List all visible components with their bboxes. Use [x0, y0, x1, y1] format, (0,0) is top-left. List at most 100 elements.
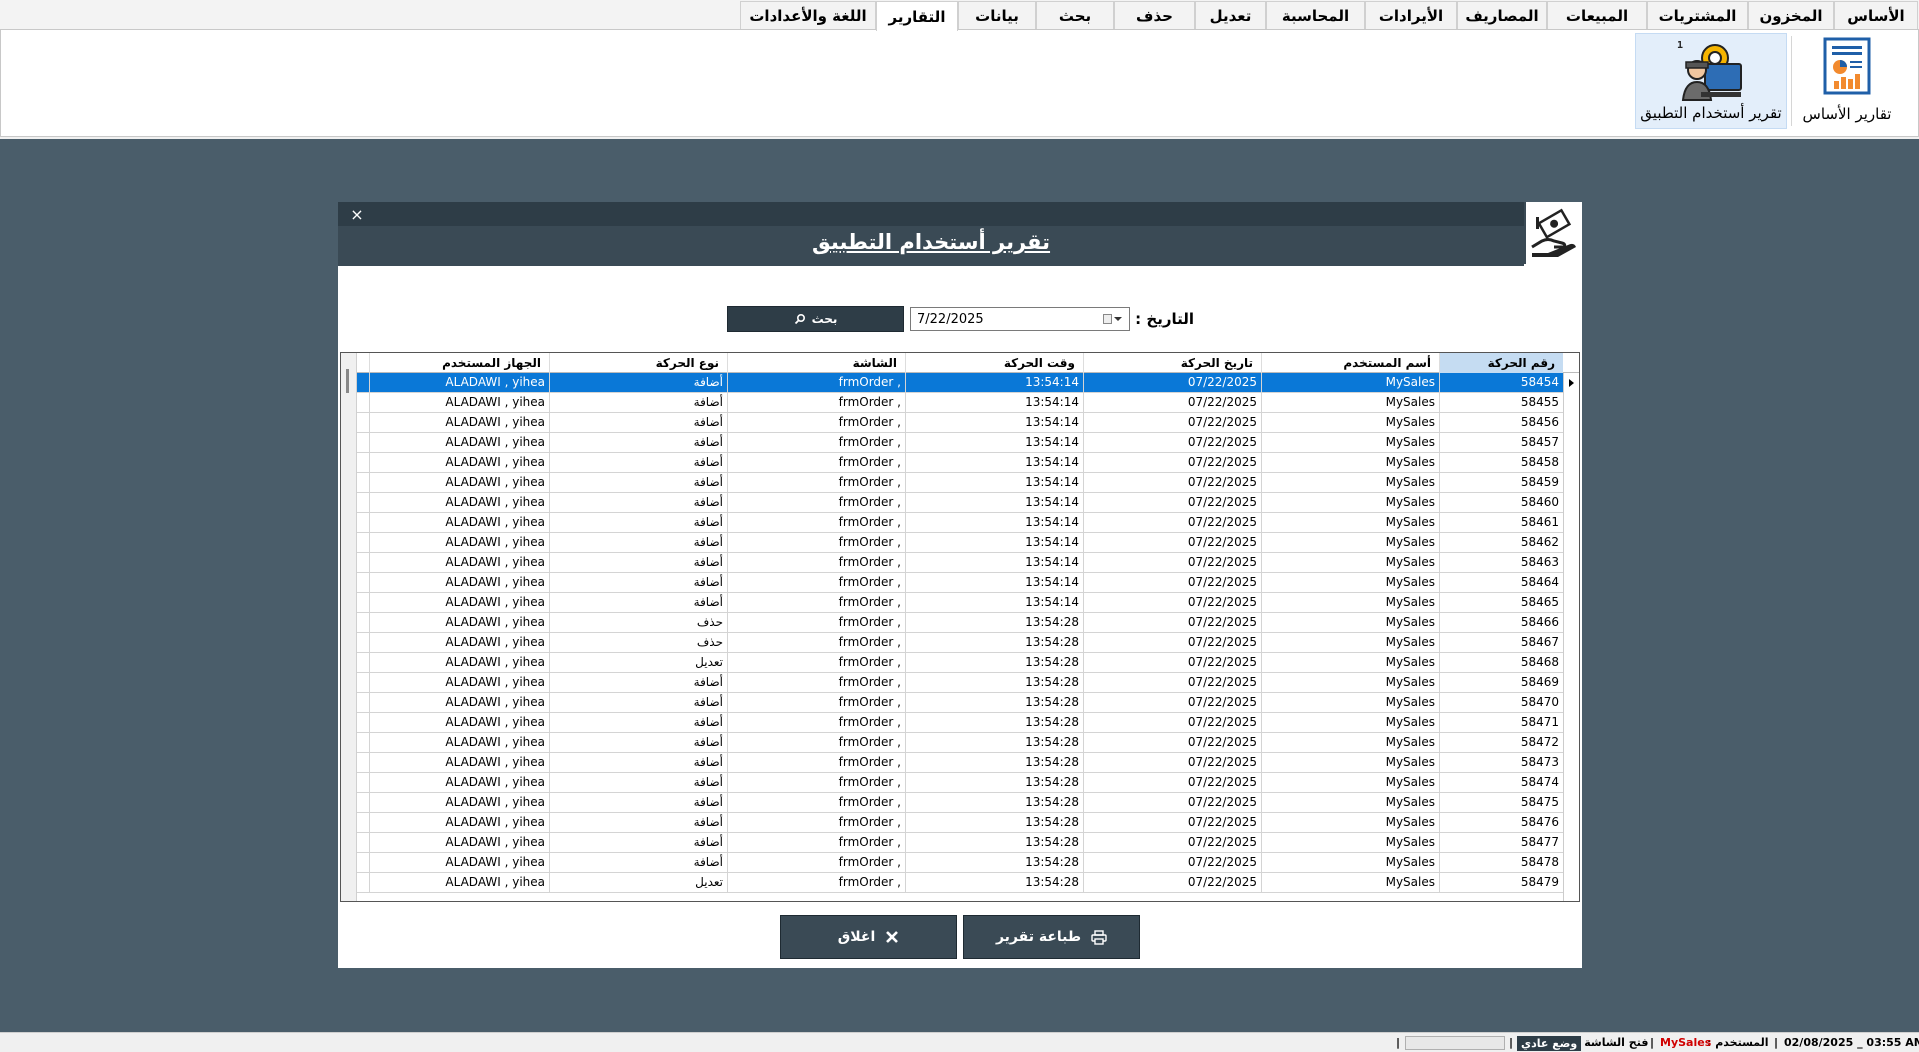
- device-cell: ALADAWI , yihea: [369, 813, 549, 832]
- table-row[interactable]: 58461 MySales 07/22/2025 13:54:14 frmOrder ,…: [357, 513, 1563, 533]
- transaction-no-cell: 58479: [1439, 873, 1563, 892]
- transaction-date-cell: 07/22/2025: [1083, 593, 1261, 612]
- screen-cell: frmOrder ,: [727, 873, 905, 892]
- col-transaction-no[interactable]: رقم الحركة: [1439, 353, 1563, 373]
- table-row[interactable]: 58466 MySales 07/22/2025 13:54:28 frmOrder ,…: [357, 613, 1563, 633]
- tab-edit[interactable]: تعديل: [1195, 1, 1266, 29]
- transaction-type-cell: أضافة: [549, 373, 727, 392]
- transaction-time-cell: 13:54:28: [905, 833, 1083, 852]
- screen-cell: frmOrder ,: [727, 633, 905, 652]
- tab-expenses[interactable]: المصاريف: [1457, 1, 1547, 29]
- transaction-time-cell: 13:54:28: [905, 673, 1083, 692]
- tab-language-settings[interactable]: اللغة والأعدادات: [740, 1, 876, 29]
- search-label: بحث: [811, 312, 838, 326]
- user-name-cell: MySales: [1261, 873, 1439, 892]
- col-device[interactable]: الجهاز المستخدم: [369, 353, 549, 373]
- close-button[interactable]: اغلاق: [780, 915, 957, 959]
- col-user-name[interactable]: أسم المستخدم: [1261, 353, 1439, 373]
- table-row[interactable]: 58454 MySales 07/22/2025 13:54:14 frmOrder ,…: [357, 373, 1563, 393]
- transaction-no-cell: 58459: [1439, 473, 1563, 492]
- search-button[interactable]: بحث: [727, 306, 904, 332]
- date-label: التاريخ :: [1135, 310, 1194, 328]
- col-transaction-date[interactable]: تاريخ الحركة: [1083, 353, 1261, 373]
- transaction-type-cell: حذف: [549, 613, 727, 632]
- usage-grid[interactable]: رقم الحركة أسم المستخدم تاريخ الحركة وقت ال…: [340, 352, 1580, 902]
- tab-revenues[interactable]: الأيرادات: [1365, 1, 1457, 29]
- transaction-time-cell: 13:54:14: [905, 413, 1083, 432]
- status-bar: 02/08/2025 _ 03:55 AM | المستخدم : MySal…: [0, 1032, 1919, 1052]
- transaction-type-cell: أضافة: [549, 833, 727, 852]
- table-row[interactable]: 58479 MySales 07/22/2025 13:54:28 frmOrder ,…: [357, 873, 1563, 893]
- tab-search[interactable]: بحث: [1036, 1, 1114, 29]
- user-name-cell: MySales: [1261, 453, 1439, 472]
- user-name-cell: MySales: [1261, 653, 1439, 672]
- user-name-cell: MySales: [1261, 613, 1439, 632]
- close-label: اغلاق: [837, 929, 876, 945]
- date-picker[interactable]: 7/22/2025: [910, 307, 1130, 331]
- transaction-type-cell: أضافة: [549, 673, 727, 692]
- dialog-header: تقرير أستخدام التطبيق: [338, 226, 1524, 266]
- col-screen[interactable]: الشاشة: [727, 353, 905, 373]
- basic-reports-button[interactable]: تقارير الأساس: [1795, 33, 1899, 129]
- table-row[interactable]: 58469 MySales 07/22/2025 13:54:28 frmOrder ,…: [357, 673, 1563, 693]
- table-row[interactable]: 58458 MySales 07/22/2025 13:54:14 frmOrder ,…: [357, 453, 1563, 473]
- table-row[interactable]: 58471 MySales 07/22/2025 13:54:28 frmOrder ,…: [357, 713, 1563, 733]
- screen-cell: frmOrder ,: [727, 773, 905, 792]
- transaction-date-cell: 07/22/2025: [1083, 553, 1261, 572]
- transaction-date-cell: 07/22/2025: [1083, 753, 1261, 772]
- col-transaction-type[interactable]: نوع الحركة: [549, 353, 727, 373]
- user-name-cell: MySales: [1261, 593, 1439, 612]
- table-row[interactable]: 58457 MySales 07/22/2025 13:54:14 frmOrder ,…: [357, 433, 1563, 453]
- transaction-type-cell: أضافة: [549, 553, 727, 572]
- user-name-cell: MySales: [1261, 553, 1439, 572]
- tab-sales[interactable]: المبيعات: [1547, 1, 1647, 29]
- status-datetime: 02/08/2025 _ 03:55 AM: [1784, 1036, 1919, 1049]
- transaction-type-cell: تعديل: [549, 873, 727, 892]
- transaction-time-cell: 13:54:28: [905, 773, 1083, 792]
- device-cell: ALADAWI , yihea: [369, 393, 549, 412]
- table-row[interactable]: 58456 MySales 07/22/2025 13:54:14 frmOrder ,…: [357, 413, 1563, 433]
- table-row[interactable]: 58464 MySales 07/22/2025 13:54:14 frmOrder ,…: [357, 573, 1563, 593]
- transaction-date-cell: 07/22/2025: [1083, 873, 1261, 892]
- tab-inventory[interactable]: المخزون: [1748, 1, 1834, 29]
- transaction-time-cell: 13:54:14: [905, 533, 1083, 552]
- col-transaction-time[interactable]: وقت الحركة: [905, 353, 1083, 373]
- app-usage-report-button[interactable]: 0111 تقرير أستخدام التطبيق: [1635, 33, 1787, 129]
- table-row[interactable]: 58472 MySales 07/22/2025 13:54:28 frmOrder ,…: [357, 733, 1563, 753]
- tab-reports[interactable]: التقارير: [876, 1, 958, 31]
- table-row[interactable]: 58478 MySales 07/22/2025 13:54:28 frmOrder ,…: [357, 853, 1563, 873]
- table-row[interactable]: 58473 MySales 07/22/2025 13:54:28 frmOrder ,…: [357, 753, 1563, 773]
- print-report-button[interactable]: طباعة تقرير: [963, 915, 1140, 959]
- user-name-cell: MySales: [1261, 833, 1439, 852]
- transaction-no-cell: 58460: [1439, 493, 1563, 512]
- table-row[interactable]: 58460 MySales 07/22/2025 13:54:14 frmOrder ,…: [357, 493, 1563, 513]
- transaction-no-cell: 58468: [1439, 653, 1563, 672]
- status-separator: |: [1509, 1036, 1514, 1049]
- table-row[interactable]: 58476 MySales 07/22/2025 13:54:28 frmOrder ,…: [357, 813, 1563, 833]
- transaction-time-cell: 13:54:14: [905, 553, 1083, 572]
- table-row[interactable]: 58459 MySales 07/22/2025 13:54:14 frmOrder ,…: [357, 473, 1563, 493]
- tab-accounting[interactable]: المحاسبة: [1266, 1, 1365, 29]
- user-name-cell: MySales: [1261, 793, 1439, 812]
- tab-purchases[interactable]: المشتريات: [1647, 1, 1748, 29]
- tab-basics[interactable]: الأساس: [1834, 1, 1918, 29]
- table-row[interactable]: 58468 MySales 07/22/2025 13:54:28 frmOrder ,…: [357, 653, 1563, 673]
- screen-cell: frmOrder ,: [727, 653, 905, 672]
- user-name-cell: MySales: [1261, 393, 1439, 412]
- table-row[interactable]: 58467 MySales 07/22/2025 13:54:28 frmOrder ,…: [357, 633, 1563, 653]
- screen-cell: frmOrder ,: [727, 373, 905, 392]
- table-row[interactable]: 58465 MySales 07/22/2025 13:54:14 frmOrder ,…: [357, 593, 1563, 613]
- table-row[interactable]: 58475 MySales 07/22/2025 13:54:28 frmOrder ,…: [357, 793, 1563, 813]
- tab-data[interactable]: بيانات: [958, 1, 1036, 29]
- table-row[interactable]: 58463 MySales 07/22/2025 13:54:14 frmOrder ,…: [357, 553, 1563, 573]
- table-row[interactable]: 58474 MySales 07/22/2025 13:54:28 frmOrder ,…: [357, 773, 1563, 793]
- calendar-dropdown-icon[interactable]: [1103, 312, 1125, 326]
- close-icon[interactable]: ×: [346, 203, 368, 225]
- table-row[interactable]: 58470 MySales 07/22/2025 13:54:28 frmOrder ,…: [357, 693, 1563, 713]
- table-row[interactable]: 58455 MySales 07/22/2025 13:54:14 frmOrder ,…: [357, 393, 1563, 413]
- grid-scrollbar[interactable]: [341, 353, 357, 901]
- transaction-date-cell: 07/22/2025: [1083, 613, 1261, 632]
- table-row[interactable]: 58477 MySales 07/22/2025 13:54:28 frmOrder ,…: [357, 833, 1563, 853]
- tab-delete[interactable]: حذف: [1114, 1, 1195, 29]
- table-row[interactable]: 58462 MySales 07/22/2025 13:54:14 frmOrder ,…: [357, 533, 1563, 553]
